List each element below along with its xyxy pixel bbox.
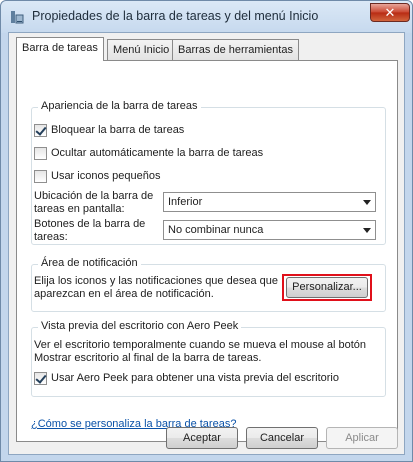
window-title: Propiedades de la barra de tareas y del …	[32, 9, 319, 23]
taskbar-tab-panel: Apariencia de la barra de tareas Bloquea…	[16, 60, 398, 442]
autohide-option[interactable]: Ocultar automáticamente la barra de tare…	[34, 145, 263, 161]
aero-peek-description: Ver el escritorio temporalmente cuando s…	[34, 339, 367, 364]
tab-start-menu-label: Menú Inicio	[113, 44, 170, 56]
apply-button[interactable]: Aplicar	[326, 427, 398, 449]
notification-description: Elija los iconos y las notificaciones qu…	[34, 275, 278, 300]
small-icons-option[interactable]: Usar iconos pequeños	[34, 168, 160, 184]
tab-taskbar[interactable]: Barra de tareas	[16, 37, 104, 61]
aero-peek-legend: Vista previa del escritorio con Aero Pee…	[38, 320, 242, 332]
cancel-button[interactable]: Cancelar	[246, 427, 318, 449]
small-icons-label: Usar iconos pequeños	[51, 170, 161, 182]
aero-peek-label: Usar Aero Peek para obtener una vista pr…	[51, 372, 339, 384]
autohide-label: Ocultar automáticamente la barra de tare…	[51, 147, 264, 159]
location-select[interactable]: Inferior	[163, 192, 376, 212]
appearance-group: Apariencia de la barra de tareas Bloquea…	[31, 100, 386, 245]
buttons-label: Botones de la barra de tareas:	[34, 218, 146, 243]
appearance-legend: Apariencia de la barra de tareas	[38, 100, 201, 112]
aero-peek-checkbox[interactable]	[34, 371, 47, 385]
autohide-checkbox[interactable]	[34, 146, 47, 160]
lock-taskbar-label: Bloquear la barra de tareas	[51, 124, 185, 136]
taskbar-properties-icon	[11, 11, 24, 24]
small-icons-checkbox[interactable]	[34, 169, 47, 183]
notification-group: Área de notificación Elija los iconos y …	[31, 257, 386, 312]
buttons-select[interactable]: No combinar nunca	[163, 220, 376, 240]
chevron-down-icon	[363, 228, 371, 233]
properties-dialog: Propiedades de la barra de tareas y del …	[0, 0, 413, 462]
lock-taskbar-checkbox[interactable]	[34, 123, 47, 137]
dialog-client-area: Barra de tareas Menú Inicio Barras de he…	[8, 32, 405, 455]
location-value: Inferior	[168, 196, 203, 208]
tab-toolbars[interactable]: Barras de herramientas	[172, 39, 299, 60]
customize-button[interactable]: Personalizar...	[286, 277, 368, 298]
aero-peek-option[interactable]: Usar Aero Peek para obtener una vista pr…	[34, 370, 339, 386]
close-button[interactable]: ✕	[370, 3, 410, 22]
notification-legend: Área de notificación	[38, 257, 141, 269]
close-icon: ✕	[384, 5, 396, 20]
location-label: Ubicación de la barra de tareas en panta…	[34, 190, 154, 215]
buttons-value: No combinar nunca	[168, 224, 264, 236]
lock-taskbar-option[interactable]: Bloquear la barra de tareas	[34, 122, 184, 138]
chevron-down-icon	[363, 200, 371, 205]
ok-button[interactable]: Aceptar	[166, 427, 238, 449]
tab-taskbar-label: Barra de tareas	[22, 42, 98, 54]
aero-peek-group: Vista previa del escritorio con Aero Pee…	[31, 320, 386, 397]
title-bar[interactable]: Propiedades de la barra de tareas y del …	[1, 1, 412, 33]
tab-start-menu[interactable]: Menú Inicio	[107, 39, 176, 60]
tab-toolbars-label: Barras de herramientas	[178, 44, 293, 56]
